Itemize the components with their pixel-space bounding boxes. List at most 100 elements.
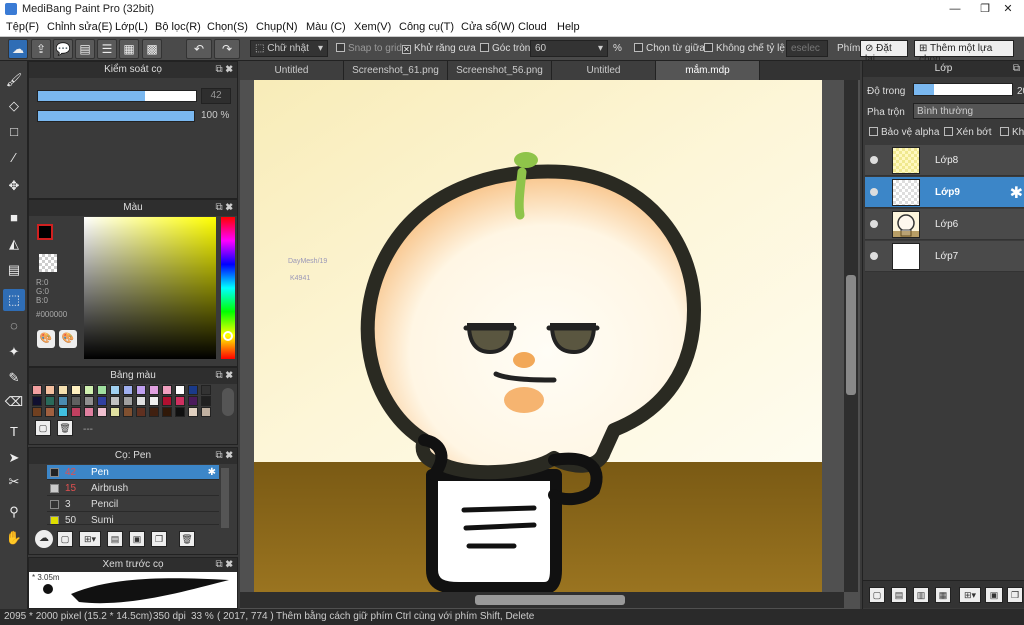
share-icon[interactable]: ⇪: [31, 39, 51, 59]
layer-row-lop6[interactable]: Lớp6: [865, 209, 1024, 240]
undo-icon[interactable]: ↶: [186, 39, 212, 59]
palette-add-icon[interactable]: ▢: [35, 420, 51, 436]
palette-swatch[interactable]: [136, 396, 146, 406]
shape-select[interactable]: ⬚ Chữ nhật ▾: [250, 40, 328, 57]
palette-swatch[interactable]: [201, 396, 211, 406]
round-value-input[interactable]: 60 ▾: [530, 40, 608, 57]
menu-cloud[interactable]: Cloud: [518, 21, 547, 33]
palette-swatch[interactable]: [32, 385, 42, 395]
menu-color[interactable]: Màu (C): [306, 21, 346, 33]
palette-swatch[interactable]: [201, 385, 211, 395]
saturation-value-picker[interactable]: [84, 217, 216, 359]
palette-swatch[interactable]: [123, 385, 133, 395]
add-selection-button[interactable]: ⊞ Thêm một lựa chọn: [914, 40, 1014, 65]
antialias-checkbox[interactable]: ✕ Khử răng cưa: [402, 43, 476, 54]
horizontal-scrollbar[interactable]: [240, 592, 844, 608]
tab-untitled-2[interactable]: Untitled: [552, 61, 656, 80]
lasso-tool-icon[interactable]: ◌: [3, 315, 25, 337]
menu-window[interactable]: Cửa sổ(W): [461, 21, 515, 33]
constrain-ratio-checkbox[interactable]: Không chế tỷ lệ: [704, 43, 785, 54]
lock-checkbox[interactable]: Khó: [1000, 127, 1024, 138]
comment-icon[interactable]: 💬: [53, 39, 73, 59]
tab-untitled-1[interactable]: Untitled: [240, 61, 344, 80]
palette-swatch[interactable]: [162, 396, 172, 406]
bucket-tool-icon[interactable]: ◭: [3, 233, 25, 255]
select-eraser-tool-icon[interactable]: ⌫: [3, 391, 25, 413]
palette-swatch[interactable]: [58, 385, 68, 395]
palette-swatch[interactable]: [71, 396, 81, 406]
palette-swatch[interactable]: [58, 407, 68, 417]
brush-item[interactable]: 15 Airbrush: [47, 481, 219, 496]
move-tool-icon[interactable]: ✥: [3, 175, 25, 197]
palette-swatch[interactable]: [188, 407, 198, 417]
palette-swatch[interactable]: [110, 385, 120, 395]
layer-row-lop9[interactable]: Lớp9 ✱: [865, 177, 1024, 208]
palette-swatch[interactable]: [45, 396, 55, 406]
protect-alpha-checkbox[interactable]: Bảo vệ alpha: [869, 127, 939, 138]
menu-view[interactable]: Xem(V): [354, 21, 391, 33]
add-layer-menu-icon[interactable]: ⊞▾: [959, 587, 981, 603]
tab-screenshot-61[interactable]: Screenshot_61.png: [344, 61, 448, 80]
color-slider-icon[interactable]: 🎨: [59, 330, 77, 348]
round-corner-checkbox[interactable]: Góc tròn: [480, 43, 530, 54]
layer-settings-icon[interactable]: ✱: [1010, 183, 1023, 203]
visibility-icon[interactable]: [870, 252, 878, 260]
palette-scrollbar[interactable]: [222, 388, 234, 416]
duplicate-layer-icon[interactable]: ❐: [1007, 587, 1023, 603]
divide-tool-icon[interactable]: ✂: [3, 471, 25, 493]
clipping-checkbox[interactable]: Xén bớt: [944, 127, 991, 138]
brush-folder-icon[interactable]: ▣: [129, 531, 145, 547]
palette-swatch[interactable]: [32, 407, 42, 417]
palette-swatch[interactable]: [149, 385, 159, 395]
new-layer-icon[interactable]: ▢: [869, 587, 885, 603]
fill-rect-tool-icon[interactable]: ■: [3, 207, 25, 229]
color-wheel-icon[interactable]: 🎨: [37, 330, 55, 348]
note-icon[interactable]: ▤: [75, 39, 95, 59]
brush-size-slider[interactable]: [37, 90, 197, 102]
grid-icon[interactable]: ▩: [142, 39, 162, 59]
menu-select[interactable]: Chọn(S): [207, 21, 248, 33]
snap-to-grid-checkbox[interactable]: Snap to grid: [336, 43, 402, 54]
palette-swatch[interactable]: [84, 385, 94, 395]
blend-mode-select[interactable]: Bình thường: [913, 103, 1024, 119]
visibility-icon[interactable]: [870, 220, 878, 228]
menu-tools[interactable]: Công cụ(T): [399, 21, 454, 33]
layer-row-lop7[interactable]: Lớp7: [865, 241, 1024, 272]
palette-swatch[interactable]: [136, 407, 146, 417]
menu-help[interactable]: Help: [557, 21, 580, 33]
hue-handle[interactable]: [223, 331, 233, 341]
palette-swatch[interactable]: [110, 396, 120, 406]
palette-swatch[interactable]: [175, 407, 185, 417]
palette-swatch[interactable]: [71, 407, 81, 417]
new-1bit-layer-icon[interactable]: ▦: [935, 587, 951, 603]
brush-size-value[interactable]: 42: [201, 88, 231, 104]
close-button[interactable]: ✕: [992, 0, 1024, 18]
menu-file[interactable]: Tệp(F): [6, 21, 39, 33]
palette-swatch[interactable]: [97, 385, 107, 395]
palette-swatch[interactable]: [84, 407, 94, 417]
palette-swatch[interactable]: [123, 407, 133, 417]
eyedropper-tool-icon[interactable]: ⚲: [3, 501, 25, 523]
tab-screenshot-56[interactable]: Screenshot_56.png: [448, 61, 552, 80]
brush-item[interactable]: 3 Pencil: [47, 497, 219, 512]
palette-swatch[interactable]: [110, 407, 120, 417]
gradient-tool-icon[interactable]: ▤: [3, 259, 25, 281]
palette-delete-icon[interactable]: 🗑: [57, 420, 73, 436]
primary-color-swatch[interactable]: [37, 224, 53, 240]
brush-list-scrollbar[interactable]: [221, 468, 229, 528]
brush-duplicate-icon[interactable]: ❐: [151, 531, 167, 547]
new-halftone-layer-icon[interactable]: ▤: [891, 587, 907, 603]
palette-swatch[interactable]: [71, 385, 81, 395]
palette-swatch[interactable]: [32, 396, 42, 406]
page-manager-icon[interactable]: ▦: [119, 39, 139, 59]
new-8bit-layer-icon[interactable]: ▥: [913, 587, 929, 603]
select-from-center-checkbox[interactable]: Chọn từ giữa: [634, 43, 705, 54]
palette-swatch[interactable]: [97, 396, 107, 406]
menu-edit[interactable]: Chỉnh sửa(E): [47, 21, 112, 33]
reset-button[interactable]: ⊘ Đặt lại: [860, 40, 908, 65]
layer-opacity-slider[interactable]: [913, 83, 1013, 96]
visibility-icon[interactable]: [870, 156, 878, 164]
dot-tool-icon[interactable]: □: [3, 121, 25, 143]
brush-item[interactable]: 50 Sumi: [47, 513, 219, 525]
menu-capture[interactable]: Chụp(N): [256, 21, 298, 33]
